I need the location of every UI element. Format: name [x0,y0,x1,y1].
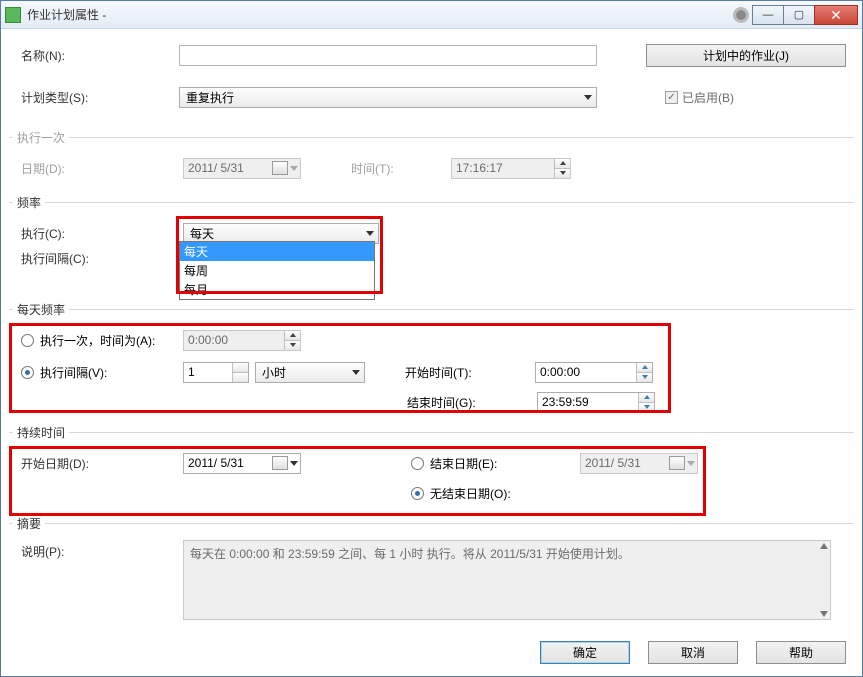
daily-once-label: 执行一次，时间为(A): [40,332,155,349]
dur-start-date-picker[interactable]: 2011/ 5/31 [183,453,301,474]
dur-enddate-radio[interactable] [411,457,424,470]
once-time-label: 时间(T): [351,160,451,177]
daily-start-label: 开始时间(T): [405,364,535,381]
chevron-down-icon [584,95,592,100]
calendar-icon [272,161,288,175]
type-label: 计划类型(S): [9,89,179,106]
once-date-label: 日期(D): [13,160,183,177]
once-section-label: 执行一次 [13,129,69,146]
name-input[interactable] [179,45,597,66]
freq-exec-dropdown[interactable]: 每天 每周 每月 [179,241,375,300]
freq-exec-label: 执行(C): [13,225,183,242]
daily-start-time[interactable]: 0:00:00 [535,362,653,383]
freq-option-monthly[interactable]: 每月 [180,280,374,299]
daily-section-label: 每天频率 [13,301,69,318]
daily-once-time: 0:00:00 [183,330,301,351]
summary-textarea: 每天在 0:00:00 和 23:59:59 之间、每 1 小时 执行。将从 2… [183,540,831,620]
scroll-down-icon [820,611,828,617]
dur-start-value: 2011/ 5/31 [188,456,244,470]
dur-start-label: 开始日期(D): [13,455,183,472]
daily-once-radio[interactable] [21,334,34,347]
dur-section-label: 持续时间 [13,424,69,441]
enabled-label: 已启用(B) [682,89,734,106]
help-button[interactable]: 帮助 [756,641,846,664]
gear-icon [733,7,749,23]
scroll-up-icon [820,543,828,549]
daily-end-time-value: 23:59:59 [542,395,589,409]
freq-interval-label: 执行间隔(C): [13,250,183,267]
ok-button[interactable]: 确定 [540,641,630,664]
sum-section-label: 摘要 [13,515,45,532]
freq-exec-value: 每天 [190,225,214,242]
jobs-in-schedule-button[interactable]: 计划中的作业(J) [646,44,846,67]
daily-end-label: 结束时间(G): [407,394,537,411]
minimize-button[interactable]: — [752,5,784,25]
schedule-type-select[interactable]: 重复执行 [179,87,597,108]
daily-start-time-value: 0:00:00 [540,365,580,379]
daily-repeat-radio[interactable] [21,366,34,379]
freq-section-label: 频率 [13,194,45,211]
once-time-spin: 17:16:17 [451,158,571,179]
daily-repeat-unit-value: 小时 [262,364,286,381]
summary-value: 每天在 0:00:00 和 23:59:59 之间、每 1 小时 执行。将从 2… [190,547,630,561]
freq-option-daily[interactable]: 每天 [180,242,374,261]
window-title: 作业计划属性 - [27,6,106,23]
chevron-down-icon [290,166,298,171]
cancel-button[interactable]: 取消 [648,641,738,664]
chevron-down-icon [366,231,374,236]
dur-end-date-picker: 2011/ 5/31 [580,453,698,474]
dur-noend-label: 无结束日期(O): [430,485,511,502]
daily-end-time[interactable]: 23:59:59 [537,392,655,413]
close-button[interactable]: ✕ [814,5,858,25]
calendar-icon [272,456,288,470]
chevron-down-icon [290,461,298,466]
daily-once-time-value: 0:00:00 [188,333,228,347]
daily-repeat-label: 执行间隔(V): [40,364,107,381]
freq-option-weekly[interactable]: 每周 [180,261,374,280]
app-icon [5,7,21,23]
maximize-button[interactable]: ▢ [783,5,815,25]
chevron-down-icon [687,461,695,466]
once-time-value: 17:16:17 [456,161,503,175]
enabled-checkbox[interactable] [665,91,678,104]
dur-enddate-label: 结束日期(E): [430,455,580,472]
daily-repeat-unit-select[interactable]: 小时 [255,362,365,383]
once-date-value: 2011/ 5/31 [188,161,244,175]
dur-noend-radio[interactable] [411,487,424,500]
daily-repeat-count-value: 1 [188,365,195,379]
once-date-picker: 2011/ 5/31 [183,158,301,179]
summary-label: 说明(P): [13,540,183,560]
calendar-icon [669,456,685,470]
chevron-down-icon [352,370,360,375]
name-label: 名称(N): [9,47,179,64]
dur-end-value: 2011/ 5/31 [585,456,641,470]
daily-repeat-count[interactable]: 1 [183,362,249,383]
schedule-type-value: 重复执行 [186,89,234,106]
titlebar[interactable]: 作业计划属性 - — ▢ ✕ [1,1,862,29]
